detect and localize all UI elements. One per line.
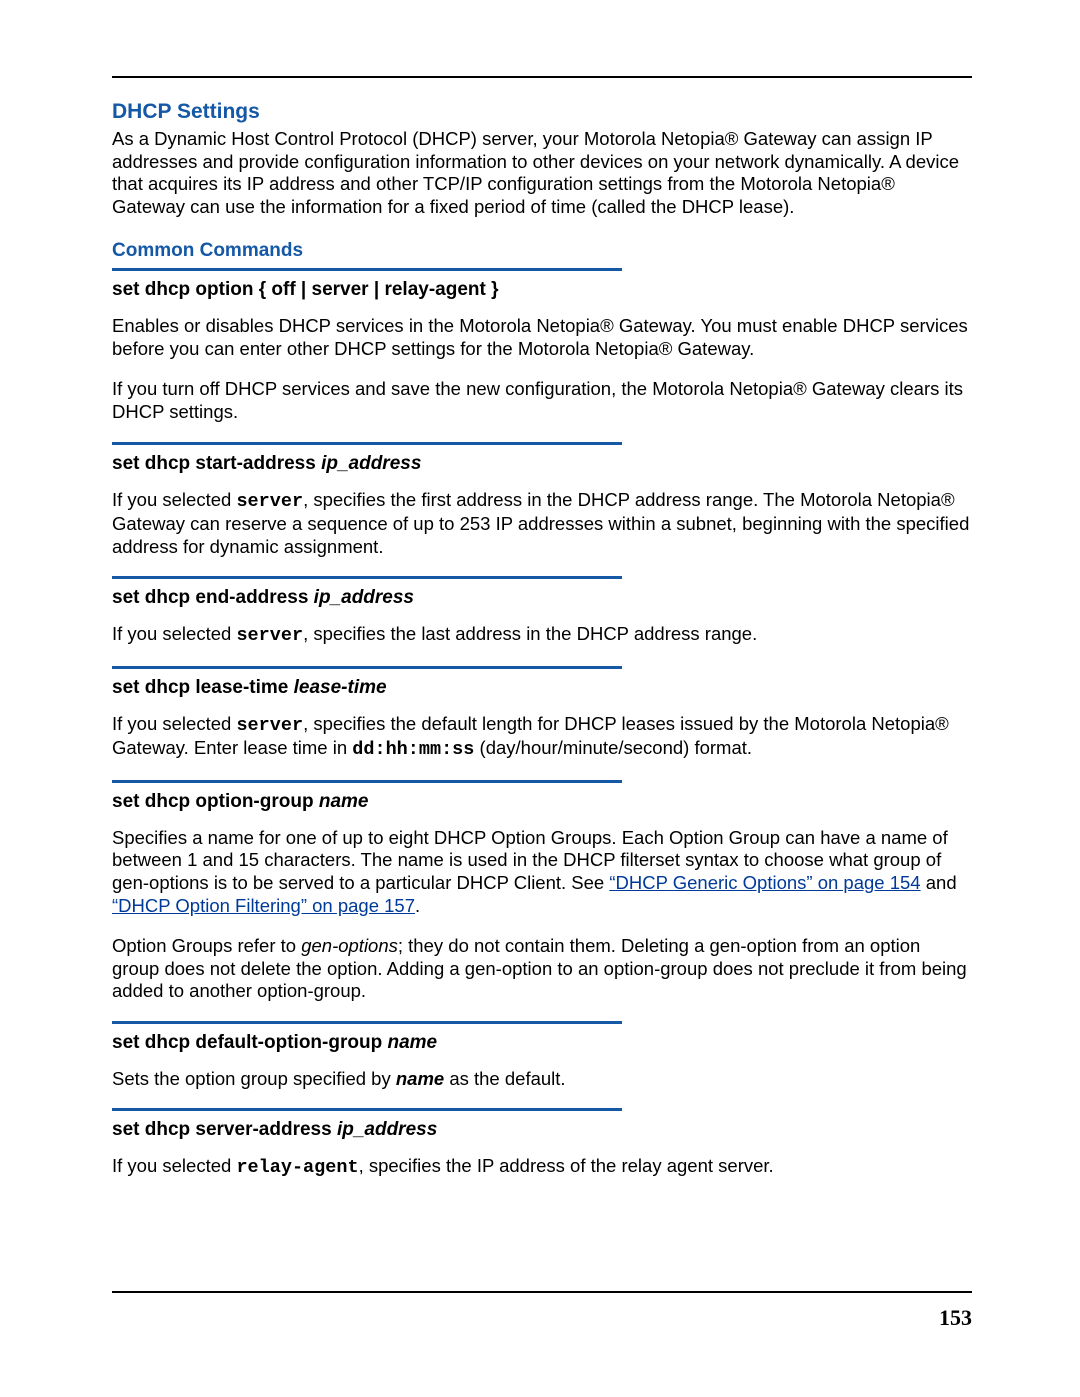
text: and <box>921 872 957 893</box>
top-divider <box>112 76 972 78</box>
mono-text: server <box>236 715 303 736</box>
command-divider <box>112 1108 622 1111</box>
section-title: DHCP Settings <box>112 100 972 124</box>
command-heading: set dhcp start-address ip_address <box>112 453 972 475</box>
command-divider <box>112 666 622 669</box>
text: , specifies the IP address of the relay … <box>359 1155 774 1176</box>
text: If you selected <box>112 489 236 510</box>
command-param: name <box>387 1032 437 1053</box>
command-name: set dhcp start-address <box>112 453 321 474</box>
command-desc: Specifies a name for one of up to eight … <box>112 827 972 917</box>
command-param: lease-time <box>294 677 387 698</box>
cross-ref-link[interactable]: “DHCP Generic Options” on page 154 <box>609 872 920 893</box>
command-name: set dhcp option { off | server | relay-a… <box>112 279 499 300</box>
command-heading: set dhcp option { off | server | relay-a… <box>112 279 972 301</box>
command-divider <box>112 442 622 445</box>
bottom-divider <box>112 1291 972 1293</box>
command-divider <box>112 576 622 579</box>
command-param: name <box>319 791 369 812</box>
command-desc-extra: Option Groups refer to gen-options; they… <box>112 935 972 1003</box>
text: Option Groups refer to <box>112 935 301 956</box>
text: If you selected <box>112 713 236 734</box>
command-heading: set dhcp option-group name <box>112 791 972 813</box>
command-desc: Enables or disables DHCP services in the… <box>112 315 972 360</box>
command-desc: Sets the option group specified by name … <box>112 1068 972 1091</box>
command-param: ip_address <box>314 587 414 608</box>
text: . <box>415 895 420 916</box>
command-heading: set dhcp lease-time lease-time <box>112 677 972 699</box>
command-name: set dhcp server-address <box>112 1119 337 1140</box>
command-name: set dhcp default-option-group <box>112 1032 387 1053</box>
command-name: set dhcp option-group <box>112 791 319 812</box>
page-number: 153 <box>939 1305 972 1331</box>
mono-text: dd:hh:mm:ss <box>352 739 474 760</box>
command-desc-extra: If you turn off DHCP services and save t… <box>112 378 972 423</box>
italic-text: gen-options <box>301 935 398 956</box>
command-desc: If you selected relay-agent, specifies t… <box>112 1155 972 1180</box>
subsection-title: Common Commands <box>112 240 972 262</box>
command-heading: set dhcp server-address ip_address <box>112 1119 972 1141</box>
command-param: ip_address <box>337 1119 437 1140</box>
intro-paragraph: As a Dynamic Host Control Protocol (DHCP… <box>112 128 972 218</box>
command-name: set dhcp lease-time <box>112 677 294 698</box>
text: If you selected <box>112 623 236 644</box>
document-page: DHCP Settings As a Dynamic Host Control … <box>0 0 1080 1397</box>
command-heading: set dhcp default-option-group name <box>112 1032 972 1054</box>
command-desc: If you selected server, specifies the de… <box>112 713 972 762</box>
command-divider <box>112 268 622 271</box>
cross-ref-link[interactable]: “DHCP Option Filtering” on page 157 <box>112 895 415 916</box>
text: , specifies the last address in the DHCP… <box>303 623 757 644</box>
text: (day/hour/minute/second) format. <box>474 737 752 758</box>
command-divider <box>112 780 622 783</box>
text: Sets the option group specified by <box>112 1068 396 1089</box>
mono-text: server <box>236 625 303 646</box>
command-param: ip_address <box>321 453 421 474</box>
command-desc: If you selected server, specifies the la… <box>112 623 972 648</box>
command-divider <box>112 1021 622 1024</box>
mono-text: relay-agent <box>236 1157 358 1178</box>
command-name: set dhcp end-address <box>112 587 314 608</box>
mono-text: server <box>236 491 303 512</box>
bolditalic-text: name <box>396 1068 444 1089</box>
command-desc: If you selected server, specifies the fi… <box>112 489 972 559</box>
command-heading: set dhcp end-address ip_address <box>112 587 972 609</box>
text: as the default. <box>444 1068 565 1089</box>
text: If you selected <box>112 1155 236 1176</box>
